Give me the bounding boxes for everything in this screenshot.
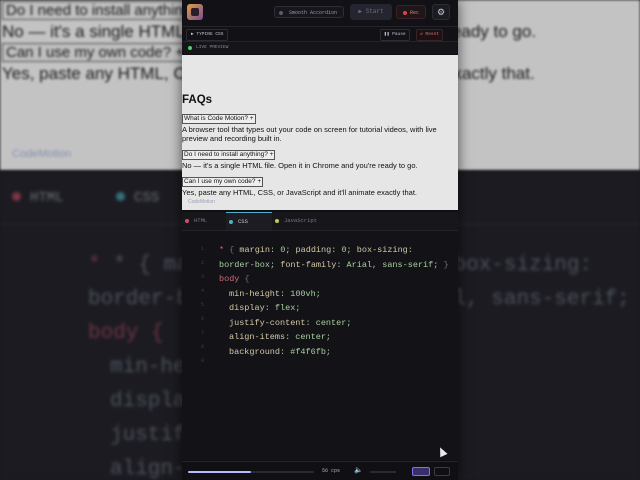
gear-icon[interactable]: ⚙ <box>432 4 450 20</box>
faq-item: Can I use my own code? + Yes, paste any … <box>182 170 458 197</box>
line-number: 4 <box>200 288 204 294</box>
select-indicator-icon <box>279 11 283 15</box>
bg-code-line: body { <box>88 322 164 345</box>
faq-item: What is Code Motion? + A browser tool th… <box>182 107 458 143</box>
toolbar: Smooth Accordion ▶ Start Rec ⚙ <box>182 0 458 27</box>
start-button[interactable]: ▶ Start <box>350 4 392 20</box>
line-number: 1 <box>200 246 204 252</box>
faq-question-button[interactable]: Can I use my own code? + <box>182 177 264 187</box>
faq-container: FAQs What is Code Motion? + A browser to… <box>182 94 458 197</box>
fullscreen-button[interactable] <box>434 467 450 476</box>
volume-slider[interactable] <box>370 471 396 473</box>
code-line: min-height: 100vh; <box>229 289 321 299</box>
faq-item: Do I need to install anything? + No — it… <box>182 143 458 170</box>
css-dot-icon <box>229 220 233 224</box>
code-line: * { margin: 0; padding: 0; box-sizing: <box>219 245 413 255</box>
animation-select[interactable]: Smooth Accordion <box>274 6 344 18</box>
pause-button[interactable]: ❚❚ Pause <box>380 29 410 41</box>
js-dot-icon <box>275 219 279 223</box>
live-preview: FAQs What is Code Motion? + A browser to… <box>182 55 458 210</box>
record-dot-icon <box>402 10 407 15</box>
line-number: 2 <box>200 260 204 266</box>
preview-credit: CodeMotion <box>188 199 215 205</box>
code-line: border-box; font-family: Arial, sans-ser… <box>219 260 449 270</box>
speaker-icon[interactable]: 🔈 <box>354 462 363 480</box>
typing-status-badge: ▶ TYPING CSS <box>186 29 229 41</box>
layout-toggle-button[interactable] <box>412 467 430 476</box>
faq-title: FAQs <box>182 94 213 106</box>
line-number: 3 <box>200 274 204 280</box>
code-line: align-items: center; <box>229 332 332 342</box>
status-bar: ▶ TYPING CSS ❚❚ Pause ↺ Reset <box>182 27 458 42</box>
tab-javascript[interactable]: JavaScript <box>272 212 344 230</box>
record-button[interactable]: Rec <box>396 5 426 19</box>
bg-credit: CodeMotion <box>12 148 72 160</box>
line-number: 8 <box>200 344 204 350</box>
code-line: background: #f4f6fb; <box>229 347 332 357</box>
faq-question-button[interactable]: What is Code Motion? + <box>182 114 256 124</box>
code-line: body { <box>219 274 250 284</box>
line-number: 9 <box>200 358 204 364</box>
live-preview-label: LIVE PREVIEW <box>196 45 229 50</box>
faq-answer: Yes, paste any HTML, CSS, or JavaScript … <box>182 188 418 197</box>
html-dot-icon <box>185 219 189 223</box>
speed-readout: 56 cps <box>322 468 341 474</box>
live-preview-header: LIVE PREVIEW <box>182 42 458 54</box>
code-line: display: flex; <box>229 303 301 313</box>
code-motion-app: Smooth Accordion ▶ Start Rec ⚙ ▶ TYPING … <box>182 0 458 480</box>
faq-answer: A browser tool that types out your code … <box>182 125 437 143</box>
progress-fill <box>188 471 251 473</box>
line-number: 6 <box>200 316 204 322</box>
code-editor[interactable]: 1 2 3 4 5 6 7 8 9 * { margin: 0; padding… <box>182 231 458 460</box>
live-dot-icon <box>188 46 192 50</box>
line-number: 5 <box>200 302 204 308</box>
playback-bar: 56 cps 🔈 <box>182 461 458 480</box>
tab-css[interactable]: CSS <box>226 212 272 230</box>
faq-question-button[interactable]: Do I need to install anything? + <box>182 150 276 160</box>
bg-tab-css: CSS <box>116 190 159 206</box>
bg-tab-html: HTML <box>12 190 64 206</box>
progress-track[interactable] <box>188 471 314 473</box>
code-line: justify-content: center; <box>229 318 352 328</box>
bg-faq-line: Can I use my own code? + <box>2 43 189 62</box>
line-number: 7 <box>200 330 204 336</box>
reset-button[interactable]: ↺ Reset <box>416 29 443 41</box>
app-logo-icon <box>187 4 203 20</box>
editor-tabs: HTML CSS JavaScript <box>182 212 458 231</box>
faq-answer: No — it's a single HTML file. Open it in… <box>182 161 418 170</box>
line-number-gutter: 1 2 3 4 5 6 7 8 9 <box>182 231 212 460</box>
